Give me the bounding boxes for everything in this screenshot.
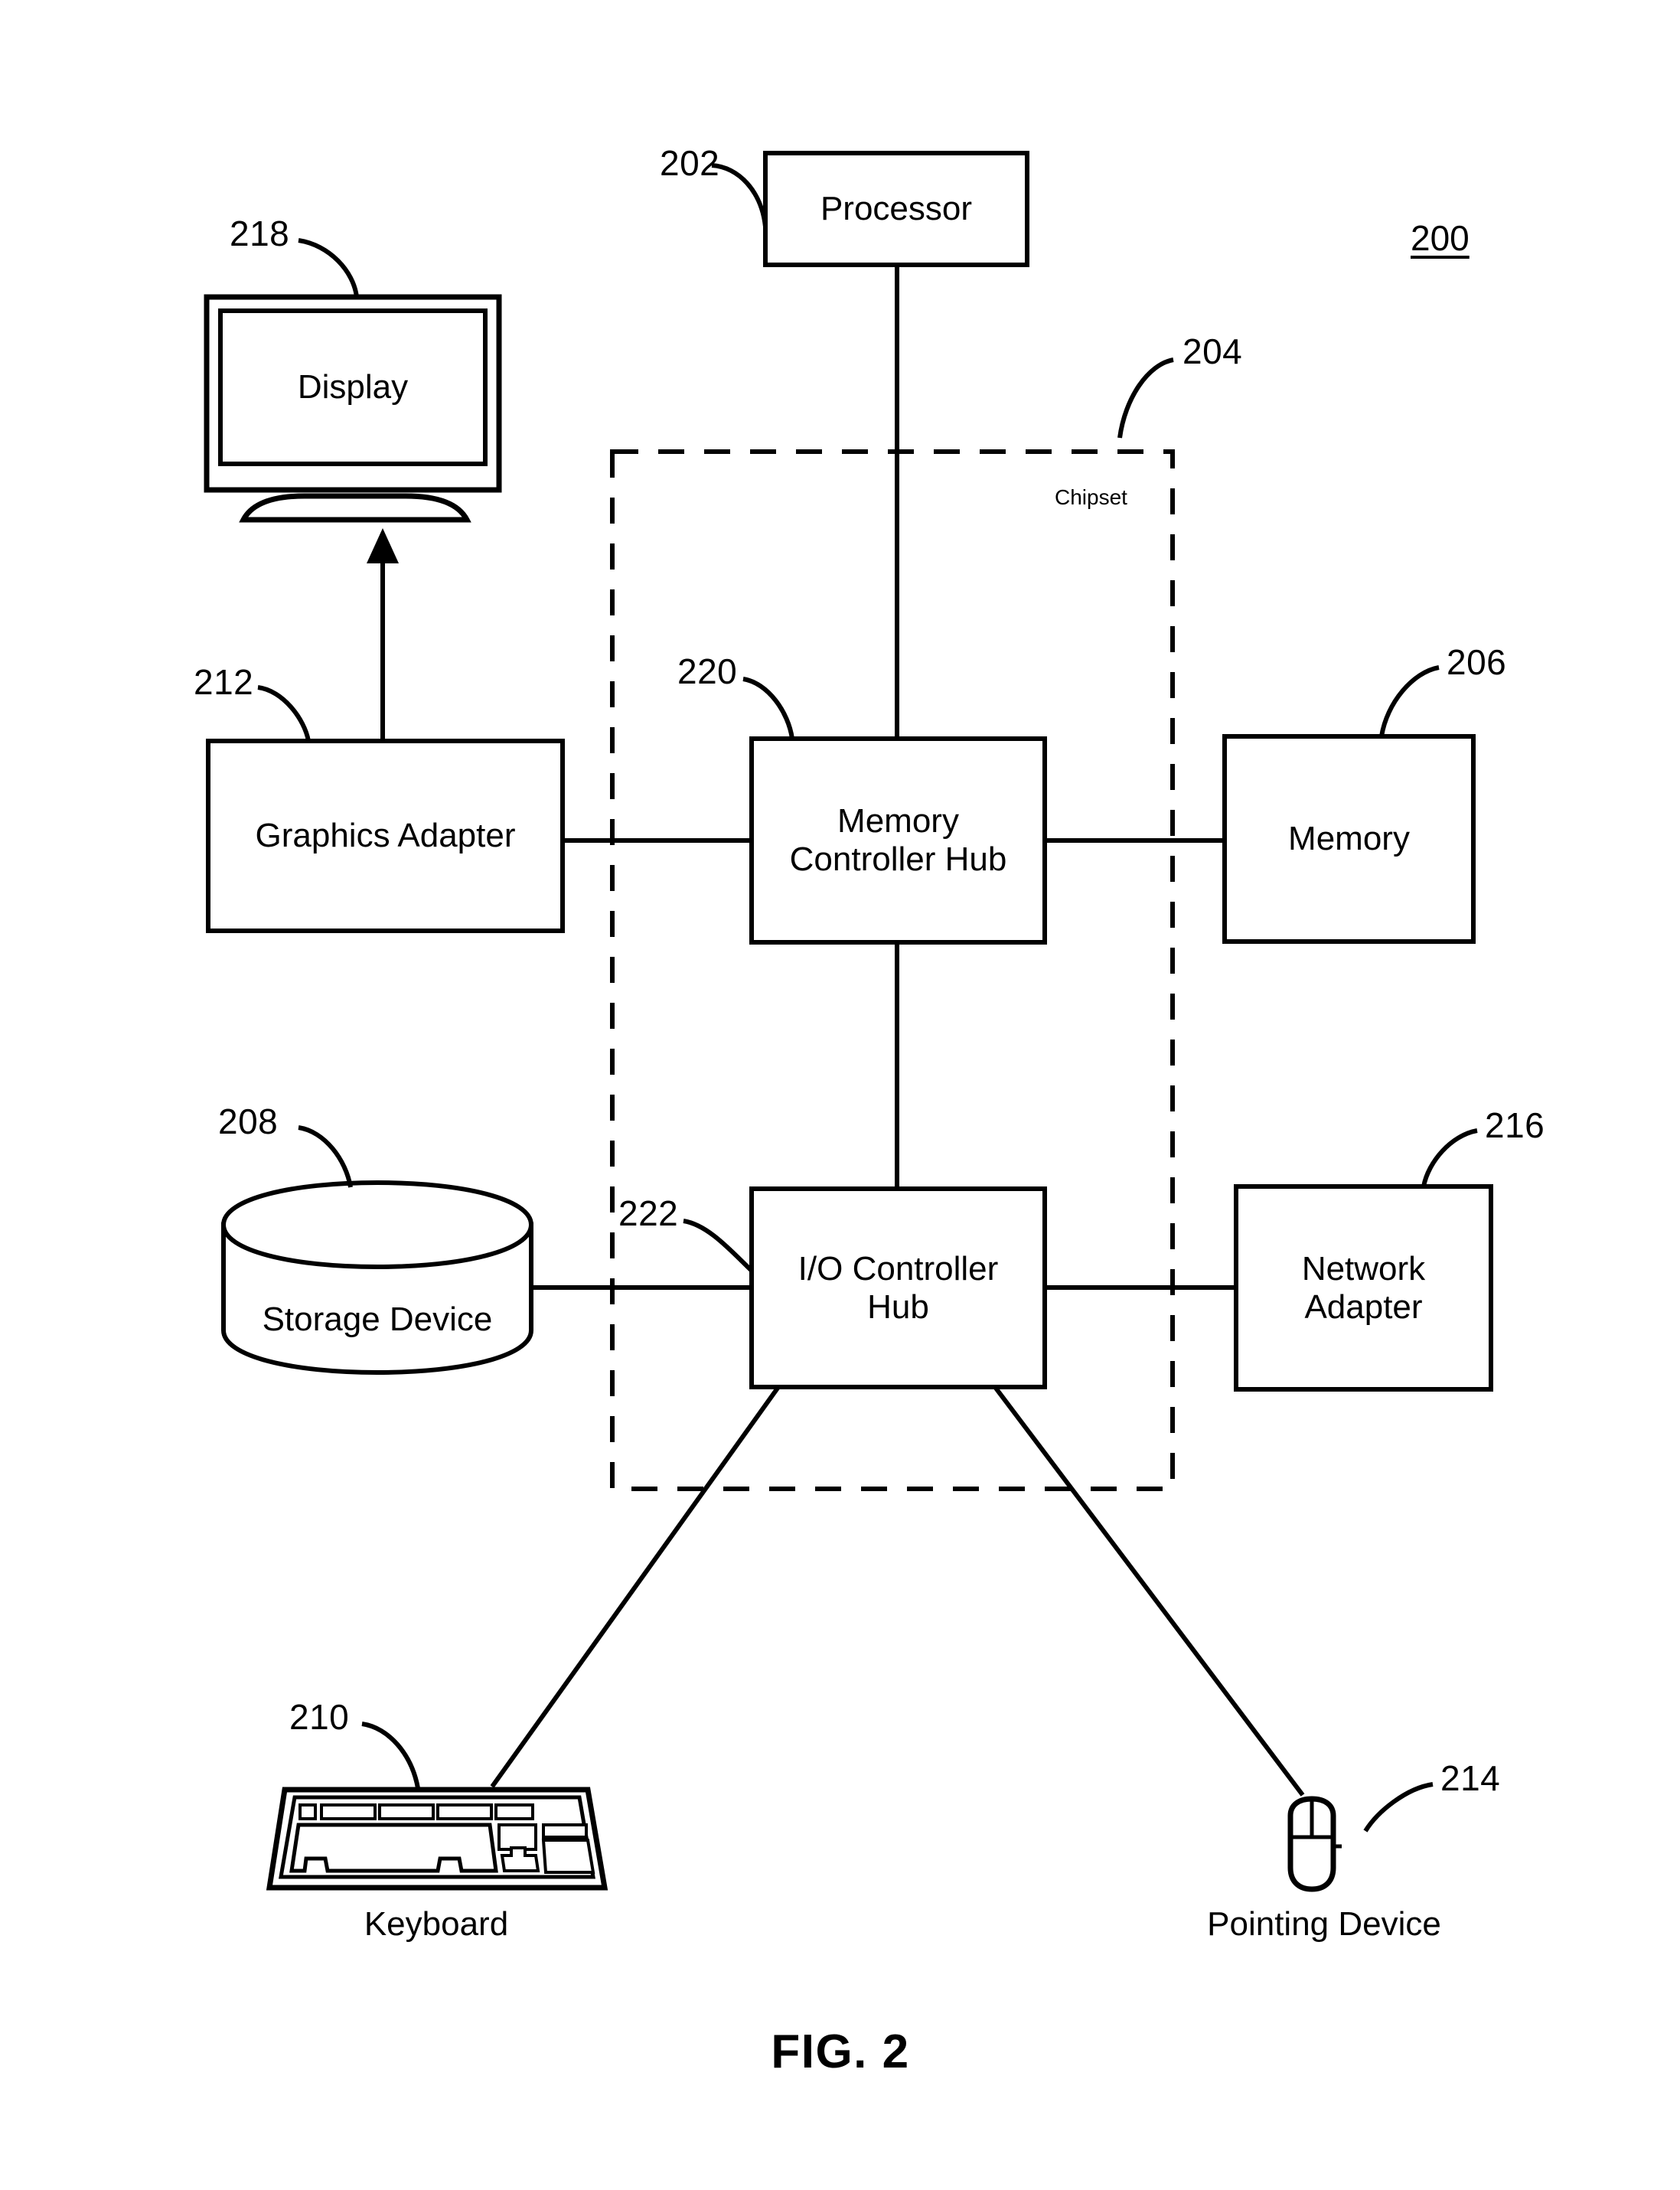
arrow-graphics-to-display-head: [367, 528, 399, 563]
keyboard-numpad-body: [541, 1839, 595, 1874]
keyboard-key-group-4: [494, 1803, 534, 1820]
ref-numeral-processor: 202: [660, 143, 720, 183]
keyboard-key-esc: [298, 1803, 317, 1820]
ref-numeral-graphics-adapter: 212: [194, 662, 254, 702]
pointing-device-illustration: [1287, 1796, 1342, 1892]
memory-controller-hub-label: Memory Controller Hub: [752, 739, 1045, 942]
keyboard-numpad-top: [542, 1823, 588, 1839]
figure-system-reference: 200: [1411, 218, 1470, 258]
keyboard-caption: Keyboard: [364, 1905, 509, 1943]
ref-numeral-chipset: 204: [1183, 331, 1243, 371]
leader-line-222: [683, 1219, 754, 1273]
network-adapter-label: Network Adapter: [1236, 1186, 1491, 1389]
leader-line-218: [298, 238, 359, 298]
ref-numeral-keyboard: 210: [289, 1697, 350, 1737]
keyboard-key-group-3: [436, 1803, 493, 1820]
leader-line-206: [1379, 665, 1440, 737]
keyboard-nav-block: [497, 1823, 537, 1851]
figure-caption: FIG. 2: [771, 2025, 910, 2078]
processor-label: Processor: [820, 190, 973, 227]
io-controller-hub-label: I/O Controller Hub: [752, 1189, 1045, 1387]
memory-label: Memory: [1288, 820, 1410, 857]
memory-controller-hub-label-line2: Controller Hub: [789, 840, 1007, 878]
memory-controller-hub-label-line1: Memory: [837, 802, 959, 840]
patent-figure-2: 200 202 204 218 212 220 206 208 222 216 …: [0, 0, 1680, 2190]
ref-numeral-memory-controller-hub: 220: [677, 651, 738, 691]
network-adapter-label-line2: Adapter: [1304, 1288, 1423, 1326]
leader-line-220: [742, 677, 794, 739]
display-stand: [239, 493, 471, 523]
ref-numeral-network-adapter: 216: [1485, 1105, 1545, 1145]
leader-line-216: [1421, 1128, 1478, 1187]
keyboard-illustration: [266, 1787, 608, 1891]
io-controller-hub-label-line1: I/O Controller: [798, 1249, 999, 1288]
display-label: Display: [297, 368, 409, 406]
keyboard-key-group-1: [320, 1803, 377, 1820]
ref-numeral-memory: 206: [1447, 642, 1507, 682]
ref-numeral-storage-device: 208: [218, 1102, 279, 1141]
storage-device-label: Storage Device: [262, 1301, 493, 1338]
leader-line-214: [1363, 1782, 1434, 1833]
pointing-device-caption: Pointing Device: [1207, 1905, 1441, 1943]
ref-numeral-display: 218: [230, 214, 290, 253]
leader-line-212: [257, 685, 311, 742]
ref-numeral-io-controller-hub: 222: [618, 1193, 679, 1233]
leader-line-204: [1117, 357, 1174, 439]
chipset-label: Chipset: [1055, 485, 1127, 509]
leader-line-208: [298, 1125, 353, 1188]
leader-line-202: [711, 163, 768, 227]
ref-numeral-pointing-device: 214: [1440, 1758, 1501, 1798]
keyboard-key-group-2: [378, 1803, 435, 1820]
network-adapter-label-line1: Network: [1301, 1249, 1426, 1288]
leader-line-210: [361, 1722, 420, 1789]
graphics-adapter-label: Graphics Adapter: [255, 817, 516, 854]
connector-ich-pointing-device: [993, 1385, 1305, 1797]
io-controller-hub-label-line2: Hub: [867, 1288, 929, 1326]
connector-ich-keyboard: [490, 1385, 781, 1788]
